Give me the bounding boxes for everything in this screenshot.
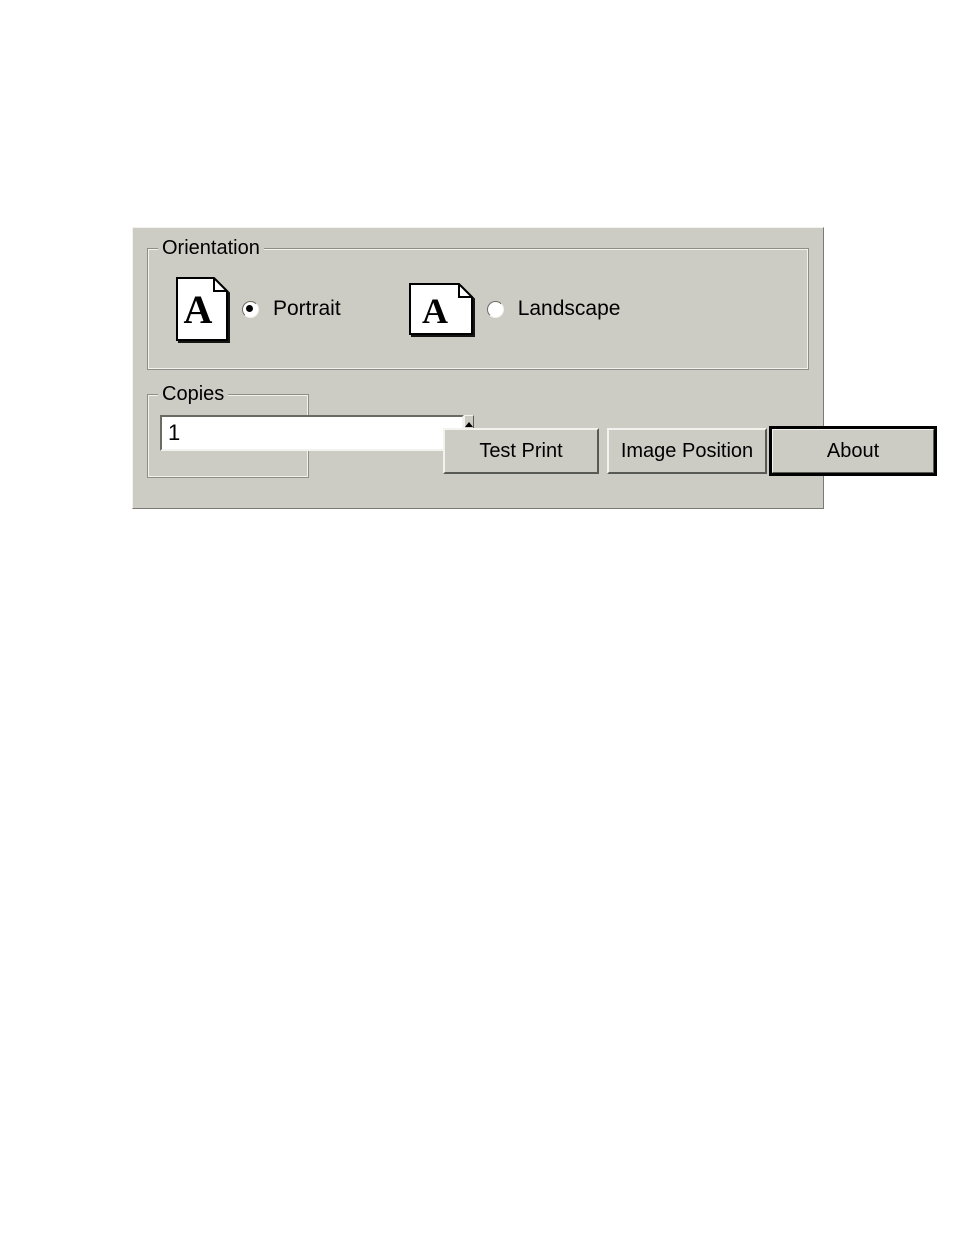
orientation-legend: Orientation [158, 237, 264, 260]
portrait-radio-label: Portrait [273, 297, 341, 321]
orientation-options: A Portrait A Landscape [176, 277, 620, 341]
copies-legend: Copies [158, 383, 228, 406]
test-print-button[interactable]: Test Print [443, 428, 599, 474]
landscape-page-icon: A [409, 283, 473, 335]
landscape-radio[interactable] [487, 301, 504, 318]
copies-spinner [160, 415, 280, 451]
portrait-radio[interactable] [242, 301, 259, 318]
landscape-radio-label: Landscape [518, 297, 621, 321]
copies-input[interactable] [160, 415, 464, 451]
orientation-group: Orientation A Portrait [147, 248, 809, 370]
orientation-option-landscape[interactable]: A Landscape [409, 283, 621, 335]
image-position-button[interactable]: Image Position [607, 428, 767, 474]
copies-group: Copies [147, 394, 309, 478]
orientation-option-portrait[interactable]: A Portrait [176, 277, 341, 341]
svg-text:A: A [184, 287, 213, 332]
about-button[interactable]: About [771, 428, 935, 474]
print-options-panel: Orientation A Portrait [132, 227, 824, 509]
portrait-page-icon: A [176, 277, 228, 341]
svg-text:A: A [422, 291, 448, 331]
